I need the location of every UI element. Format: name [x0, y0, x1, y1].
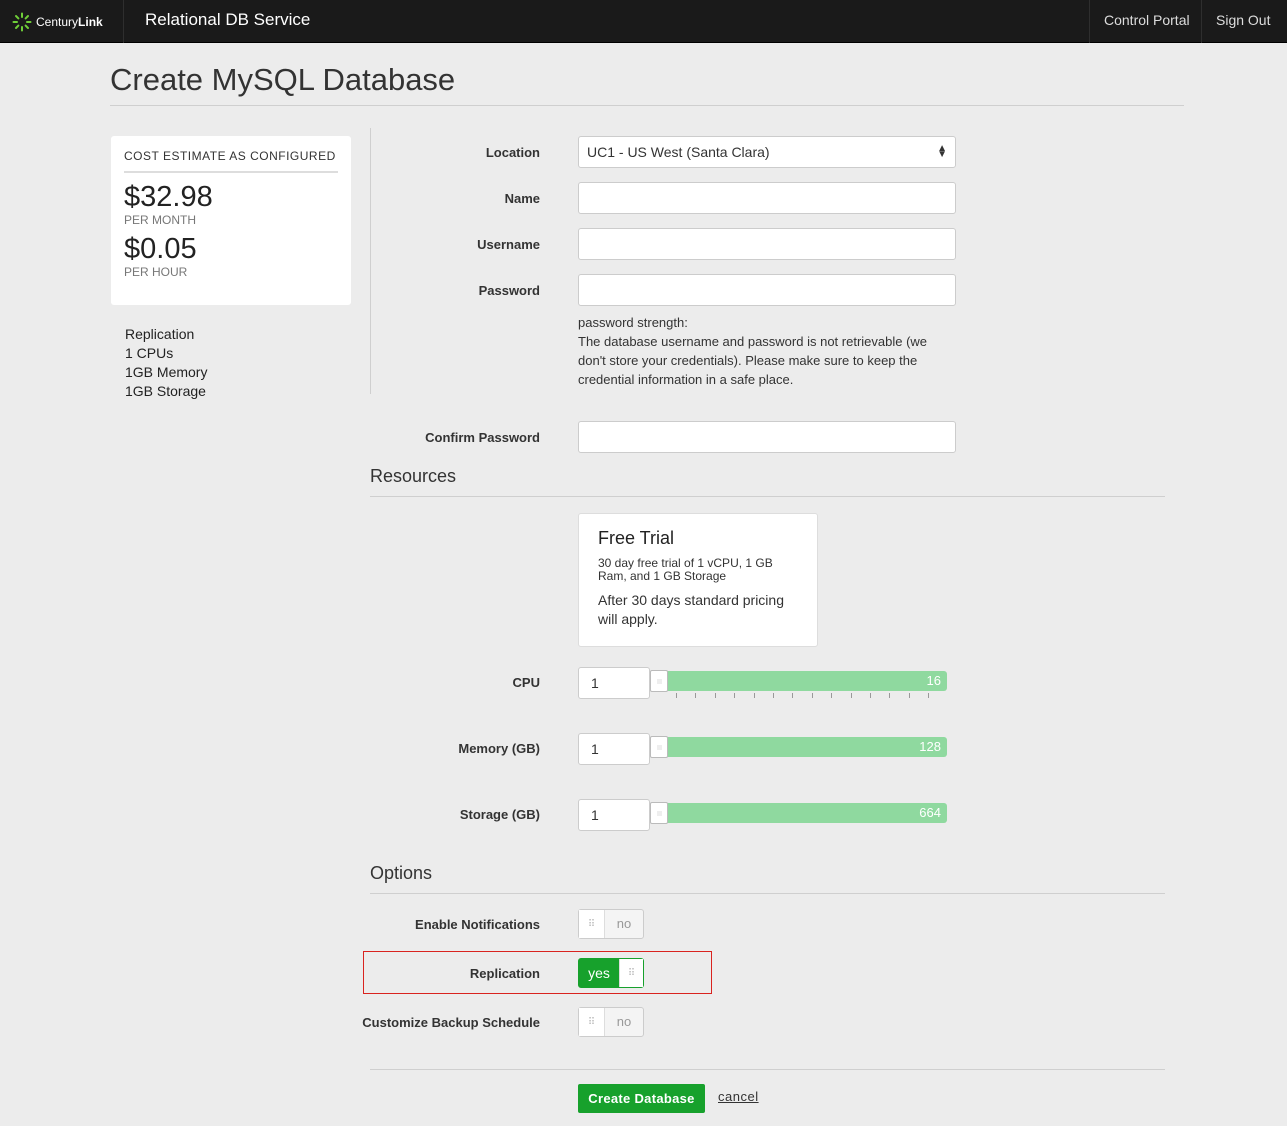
hourly-unit: PER HOUR [124, 265, 188, 279]
username-label: Username [477, 237, 540, 252]
storage-input[interactable]: 1 [578, 799, 650, 831]
cost-estimate-heading: COST ESTIMATE AS CONFIGURED [124, 149, 338, 173]
cpu-input[interactable]: 1 [578, 667, 650, 699]
cpu-label: CPU [512, 675, 540, 690]
slider-tick [928, 693, 930, 698]
storage-slider-track[interactable]: 664 [650, 803, 947, 823]
service-title: Relational DB Service [145, 10, 311, 29]
toggle-grip-icon: ⠿ [619, 959, 643, 987]
password-label: Password [478, 283, 540, 298]
summary-item: Replication [125, 326, 195, 342]
password-strength: password strength: [578, 315, 688, 330]
backup-schedule-label: Customize Backup Schedule [362, 1015, 540, 1030]
cpu-max: 16 [926, 673, 941, 688]
trial-description: 30 day free trial of 1 vCPU, 1 GB Ram, a… [598, 556, 773, 583]
location-label: Location [485, 145, 540, 160]
slider-tick [831, 693, 833, 698]
slider-tick [870, 693, 871, 698]
location-value: UC1 - US West (Santa Clara) [587, 144, 770, 160]
username-input[interactable] [578, 228, 956, 260]
slider-tick [734, 693, 736, 698]
confirm-password-label: Confirm Password [425, 430, 540, 445]
top-navigation-bar: CenturyLink Relational DB Service Contro… [0, 0, 1287, 43]
memory-slider-track[interactable]: 128 [650, 737, 947, 757]
memory-input[interactable]: 1 [578, 733, 650, 765]
slider-tick [792, 693, 794, 698]
slider-tick [773, 693, 774, 698]
name-input[interactable] [578, 182, 956, 214]
cpu-slider-handle[interactable] [650, 670, 668, 692]
slider-tick [714, 693, 716, 698]
storage-slider-handle[interactable] [650, 802, 668, 824]
credential-note: The database username and password is no… [578, 334, 928, 387]
centurylink-logo-icon [12, 12, 32, 31]
backup-schedule-toggle[interactable]: ⠿ no [578, 1007, 644, 1037]
toggle-grip-icon: ⠿ [579, 1008, 605, 1036]
notifications-toggle[interactable]: ⠿ no [578, 909, 644, 939]
hourly-price: $0.05 [124, 233, 197, 265]
nav-sign-out[interactable]: Sign Out [1201, 0, 1284, 43]
summary-item: 1GB Storage [125, 383, 206, 399]
summary-item: 1GB Memory [125, 364, 208, 380]
select-arrows-icon: ▲ ▼ [937, 143, 947, 160]
storage-max: 664 [919, 805, 941, 820]
trial-title: Free Trial [598, 528, 675, 548]
slider-tick [753, 693, 755, 698]
toggle-state: yes [579, 959, 619, 987]
options-heading: Options [370, 863, 433, 883]
configuration-summary: Replication 1 CPUs 1GB Memory 1GB Storag… [125, 325, 207, 401]
password-hint: password strength: The database username… [578, 313, 948, 389]
cost-estimate-card: COST ESTIMATE AS CONFIGURED $32.98 PER M… [111, 136, 351, 305]
options-divider [370, 893, 1165, 894]
toggle-state: no [616, 1014, 632, 1029]
logo-text: CenturyLink [36, 14, 103, 29]
slider-tick [695, 693, 697, 698]
storage-label: Storage (GB) [459, 807, 540, 822]
toggle-state: no [616, 916, 632, 931]
notifications-label: Enable Notifications [415, 917, 540, 932]
actions-divider [370, 1069, 1165, 1070]
slider-tick [908, 693, 910, 698]
resources-divider [370, 496, 1165, 497]
nav-control-portal[interactable]: Control Portal [1089, 0, 1204, 43]
confirm-password-input[interactable] [578, 421, 956, 453]
replication-toggle[interactable]: yes ⠿ [578, 958, 644, 988]
create-database-button[interactable]: Create Database [578, 1084, 705, 1113]
slider-tick [811, 693, 813, 698]
centurylink-logo[interactable]: CenturyLink [0, 0, 124, 43]
name-label: Name [504, 191, 540, 206]
slider-tick [850, 693, 852, 698]
page-title: Create MySQL Database [110, 62, 456, 97]
vertical-divider [370, 128, 371, 394]
memory-label: Memory (GB) [458, 741, 540, 756]
replication-label: Replication [469, 966, 540, 981]
cpu-slider-ticks [676, 693, 936, 699]
summary-item: 1 CPUs [125, 345, 174, 361]
password-input[interactable] [578, 274, 956, 306]
title-divider [110, 105, 1184, 106]
free-trial-card: Free Trial 30 day free trial of 1 vCPU, … [578, 513, 818, 647]
monthly-price: $32.98 [124, 181, 213, 213]
slider-tick [676, 693, 677, 698]
cpu-slider-track[interactable]: 16 [650, 671, 947, 691]
trial-note: After 30 days standard pricing will appl… [598, 592, 784, 627]
slider-tick [889, 693, 891, 698]
resources-heading: Resources [370, 466, 457, 486]
memory-slider-handle[interactable] [650, 736, 668, 758]
toggle-grip-icon: ⠿ [579, 910, 605, 938]
location-select[interactable]: UC1 - US West (Santa Clara) ▲ ▼ [578, 136, 956, 168]
monthly-unit: PER MONTH [124, 213, 196, 227]
memory-max: 128 [919, 739, 941, 754]
cancel-link[interactable]: cancel [718, 1089, 759, 1104]
